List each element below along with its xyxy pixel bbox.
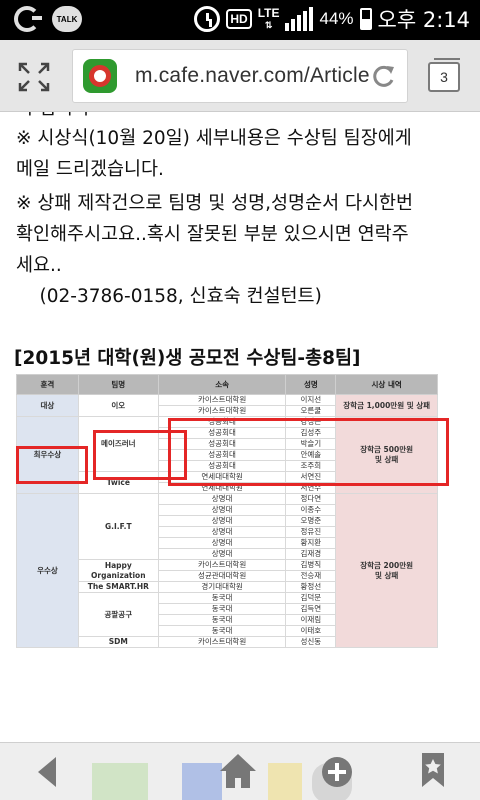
article-contact-line: (02-3786-0158, 신효숙 컨설턴트) [16,286,322,307]
member-name-cell: 이태호 [285,625,337,637]
article-line: ※ 상패 제작건으로 팀명 및 성명,성명순서 다시한번 [16,193,414,214]
affiliation-cell: 상명대 [157,515,287,527]
team-name-cell: SDM [77,636,159,648]
battery-percent: 44% [319,9,354,28]
affiliation-cell: 카이스트대학원 [157,559,287,571]
highlight-box-award [16,446,88,484]
affiliation-cell: 상명대 [157,493,287,505]
affiliation-cell: 동국대 [157,614,287,626]
affiliation-cell: 성균관대대학원 [157,570,287,582]
award-table: 훈격 팀명 소속 성명 시상 내역 대상 이오 카이스트대학원 이지선 장학금 1,00… [16,374,438,648]
member-name-cell: 오른쿨 [285,405,337,417]
hd-voice-icon: HD [226,9,252,29]
column-header: 훈격 [16,374,79,395]
url-text: m.cafe.naver.com/Article [135,64,370,87]
site-favicon-icon [83,59,117,93]
page-content: 이 겁니다 ※ 시상식(10월 20일) 세부내용은 수상팀 팀장에게 메일 드… [0,112,480,742]
member-name-cell: 전승재 [285,570,337,582]
prize-cell: 장학금 200만원 및 상패 [335,493,438,648]
member-name-cell: 김재경 [285,548,337,560]
table-title: [2015년 대학(원)생 공모전 수상팀-총8팀] [14,348,361,369]
prize-cell: 장학금 1,000만원 및 상패 [335,394,438,417]
kakaotalk-icon: TALK [52,6,82,32]
battery-icon [359,8,372,30]
member-name-cell: 이종수 [285,504,337,516]
award-cell: 대상 [16,394,79,417]
affiliation-cell: 상명대 [157,537,287,549]
member-name-cell: 황지환 [285,537,337,549]
member-name-cell: 이지선 [285,394,337,406]
background-app-icon [182,763,222,800]
add-tab-icon[interactable] [320,755,354,793]
address-field[interactable]: m.cafe.naver.com/Article [72,49,408,103]
table-row: 대상 이오 카이스트대학원 이지선 장학금 1,000만원 및 상패 [16,394,438,417]
column-header: 성명 [285,374,337,395]
tab-switcher-button[interactable]: 3 [428,58,460,92]
affiliation-cell: 경기대대학원 [157,581,287,593]
member-name-cell: 김득연 [285,603,337,615]
signal-icon [285,7,314,31]
affiliation-cell: 동국대 [157,625,287,637]
member-name-cell: 김덕문 [285,592,337,604]
reload-icon[interactable] [369,62,397,90]
carrier-o-icon [14,6,42,32]
affiliation-cell: 상명대 [157,504,287,516]
article-line: ※ 시상식(10월 20일) 세부내용은 수상팀 팀장에게 [16,128,412,149]
affiliation-cell: 카이스트대학원 [157,394,287,406]
column-header: 시상 내역 [335,374,438,395]
article-line: 세요.. [16,255,62,276]
team-name-cell: G.I.F.T [77,493,159,560]
status-bar: TALK HD LTE ⇅ 44% 오후 2:14 [0,0,480,40]
highlight-box-members [168,418,449,486]
browser-bottom-bar [0,742,480,800]
affiliation-cell: 상명대 [157,526,287,538]
affiliation-cell: 카이스트대학원 [157,405,287,417]
browser-toolbar: m.cafe.naver.com/Article 3 [0,40,480,112]
team-name-cell: The SMART.HR [77,581,159,593]
affiliation-cell: 상명대 [157,548,287,560]
clock: 오후 2:14 [377,8,470,32]
team-name-cell: 공팔공구 [77,592,159,637]
table-row: 우수상 G.I.F.T 상명대 정다연 장학금 200만원 및 상패 [16,493,438,648]
back-arrow-icon[interactable] [34,755,60,793]
member-name-cell: 정다연 [285,493,337,505]
team-name-cell: 이오 [77,394,159,417]
affiliation-cell: 카이스트대학원 [157,636,287,648]
member-name-cell: 황정선 [285,581,337,593]
alarm-icon [194,6,221,32]
home-icon[interactable] [218,751,258,795]
affiliation-cell: 동국대 [157,592,287,604]
background-app-icon [92,763,148,800]
article-line: 메일 드리겠습니다. [16,159,164,180]
member-name-cell: 김병직 [285,559,337,571]
background-app-icon [268,763,302,800]
affiliation-cell: 동국대 [157,603,287,615]
bookmark-icon[interactable] [420,751,446,793]
member-name-cell: 이재림 [285,614,337,626]
column-header: 소속 [157,374,287,395]
award-cell: 우수상 [16,493,79,648]
member-name-cell: 정유진 [285,526,337,538]
lte-icon: LTE ⇅ [257,6,280,30]
member-name-cell: 성신동 [285,636,337,648]
article-line: 확인해주시고요..혹시 잘못된 부분 있으시면 연락주 [16,224,409,245]
column-header: 팀명 [77,374,159,395]
member-name-cell: 오명준 [285,515,337,527]
fullscreen-icon[interactable] [18,62,50,92]
team-name-cell: Happy Organization [77,559,159,582]
